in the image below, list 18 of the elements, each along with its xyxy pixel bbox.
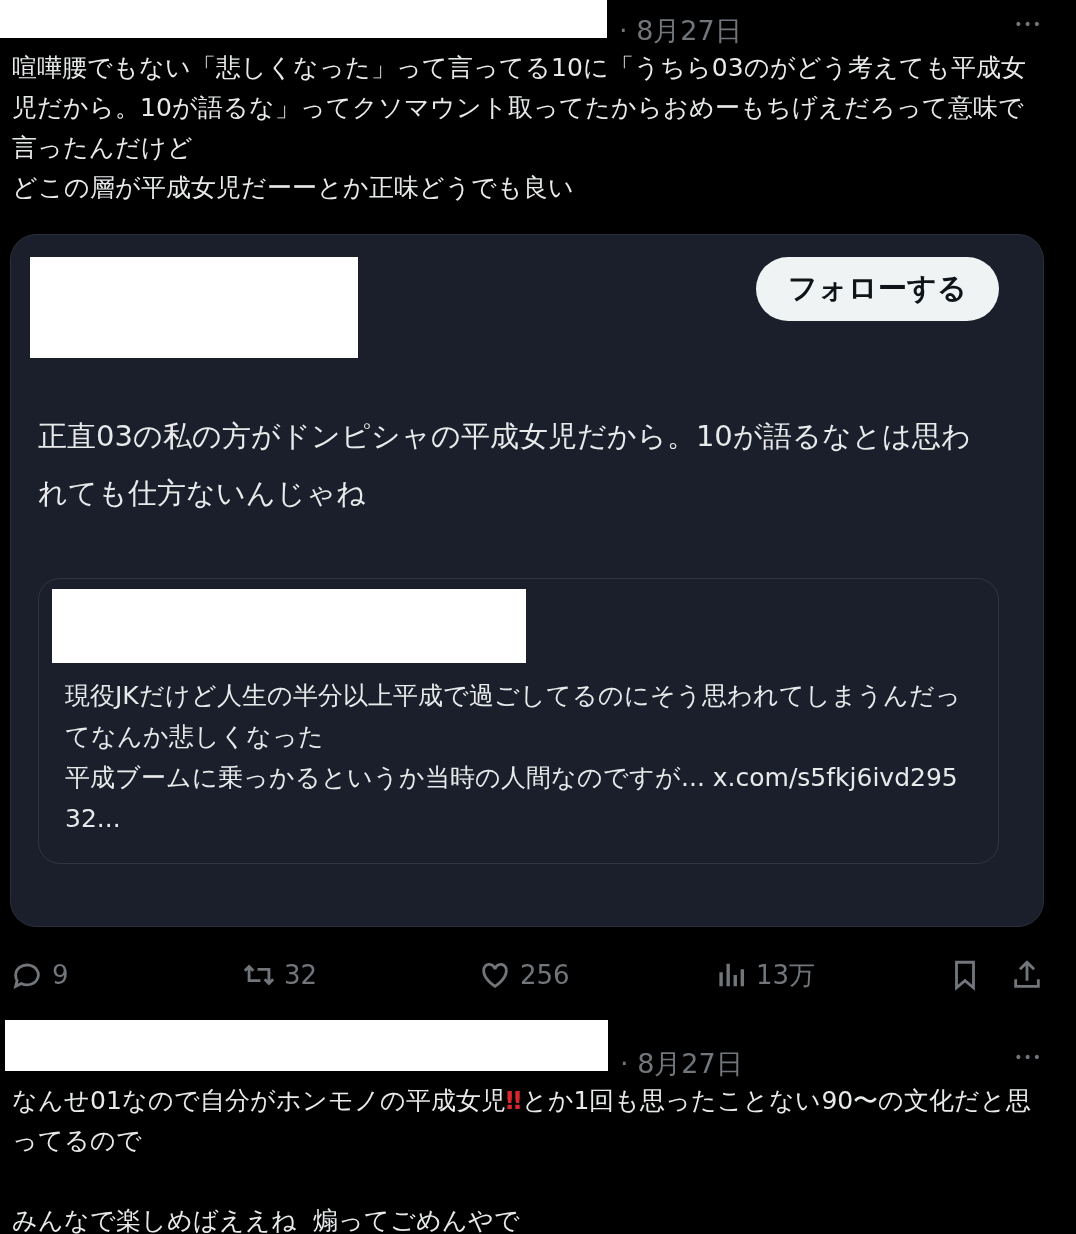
post-date: · 8月27日	[619, 16, 742, 46]
more-button[interactable]: •••	[1014, 16, 1042, 32]
post-text: 喧嘩腰でもない「悲しくなった」って言ってる10に「うちら03のがどう考えても平成女児だから。10が語るな」ってクソマウント取ってたからおめーもちげえだろって意味で言ったんだけど	[12, 52, 1027, 164]
nested-quote-text: 現役JKだけど人生の半分以上平成で過ごしてるのにそう思われてしまうんだってなんか悲しくなった	[65, 680, 962, 753]
action-count: 256	[520, 960, 570, 990]
quoted-post-text: 正直03の私の方がドンピシャの平成女児だから。10が語るなとは思われても仕方ないんじゃね	[38, 418, 972, 512]
follow-button[interactable]: フォローする	[756, 257, 999, 321]
post-text: なんせ01なので自分がホンモノの平成女児‼とか1回も思ったことない90〜の文化だと思ってるので	[12, 1085, 1033, 1157]
quoted-post-card[interactable]: フォローする 正直03の私の方がドンピシャの平成女児だから。10が語るなとは思われても仕方ないんじゃね 現役JKだけど人生の半分以上平成で過ごしてるのにそう思われてしまうんだってなんか悲しくなった 平成ブームに乗っかるというか当時の人間なのですが... x.com/s5fkj6ivd29532...	[10, 234, 1044, 927]
action-count: 9	[52, 960, 69, 990]
post-text: みんなで楽しめばええね 煽ってごめんやで	[12, 1205, 521, 1234]
nested-quote-card[interactable]: 現役JKだけど人生の半分以上平成で過ごしてるのにそう思われてしまうんだってなんか悲しくなった 平成ブームに乗っかるというか当時の人間なのですが... x.com/s5fkj6ivd29532...	[38, 578, 999, 864]
post-date: · 8月27日	[620, 1049, 743, 1079]
action-count: 32	[284, 960, 318, 990]
post-text: どこの層が平成女児だーーとか正味どうでも良い	[12, 172, 575, 204]
nested-quote-text: 平成ブームに乗っかるというか当時の人間なのですが... x.com/s5fkj6ivd29532...	[65, 762, 959, 835]
action-count: 13万	[756, 958, 816, 992]
more-button[interactable]: •••	[1014, 1049, 1042, 1065]
